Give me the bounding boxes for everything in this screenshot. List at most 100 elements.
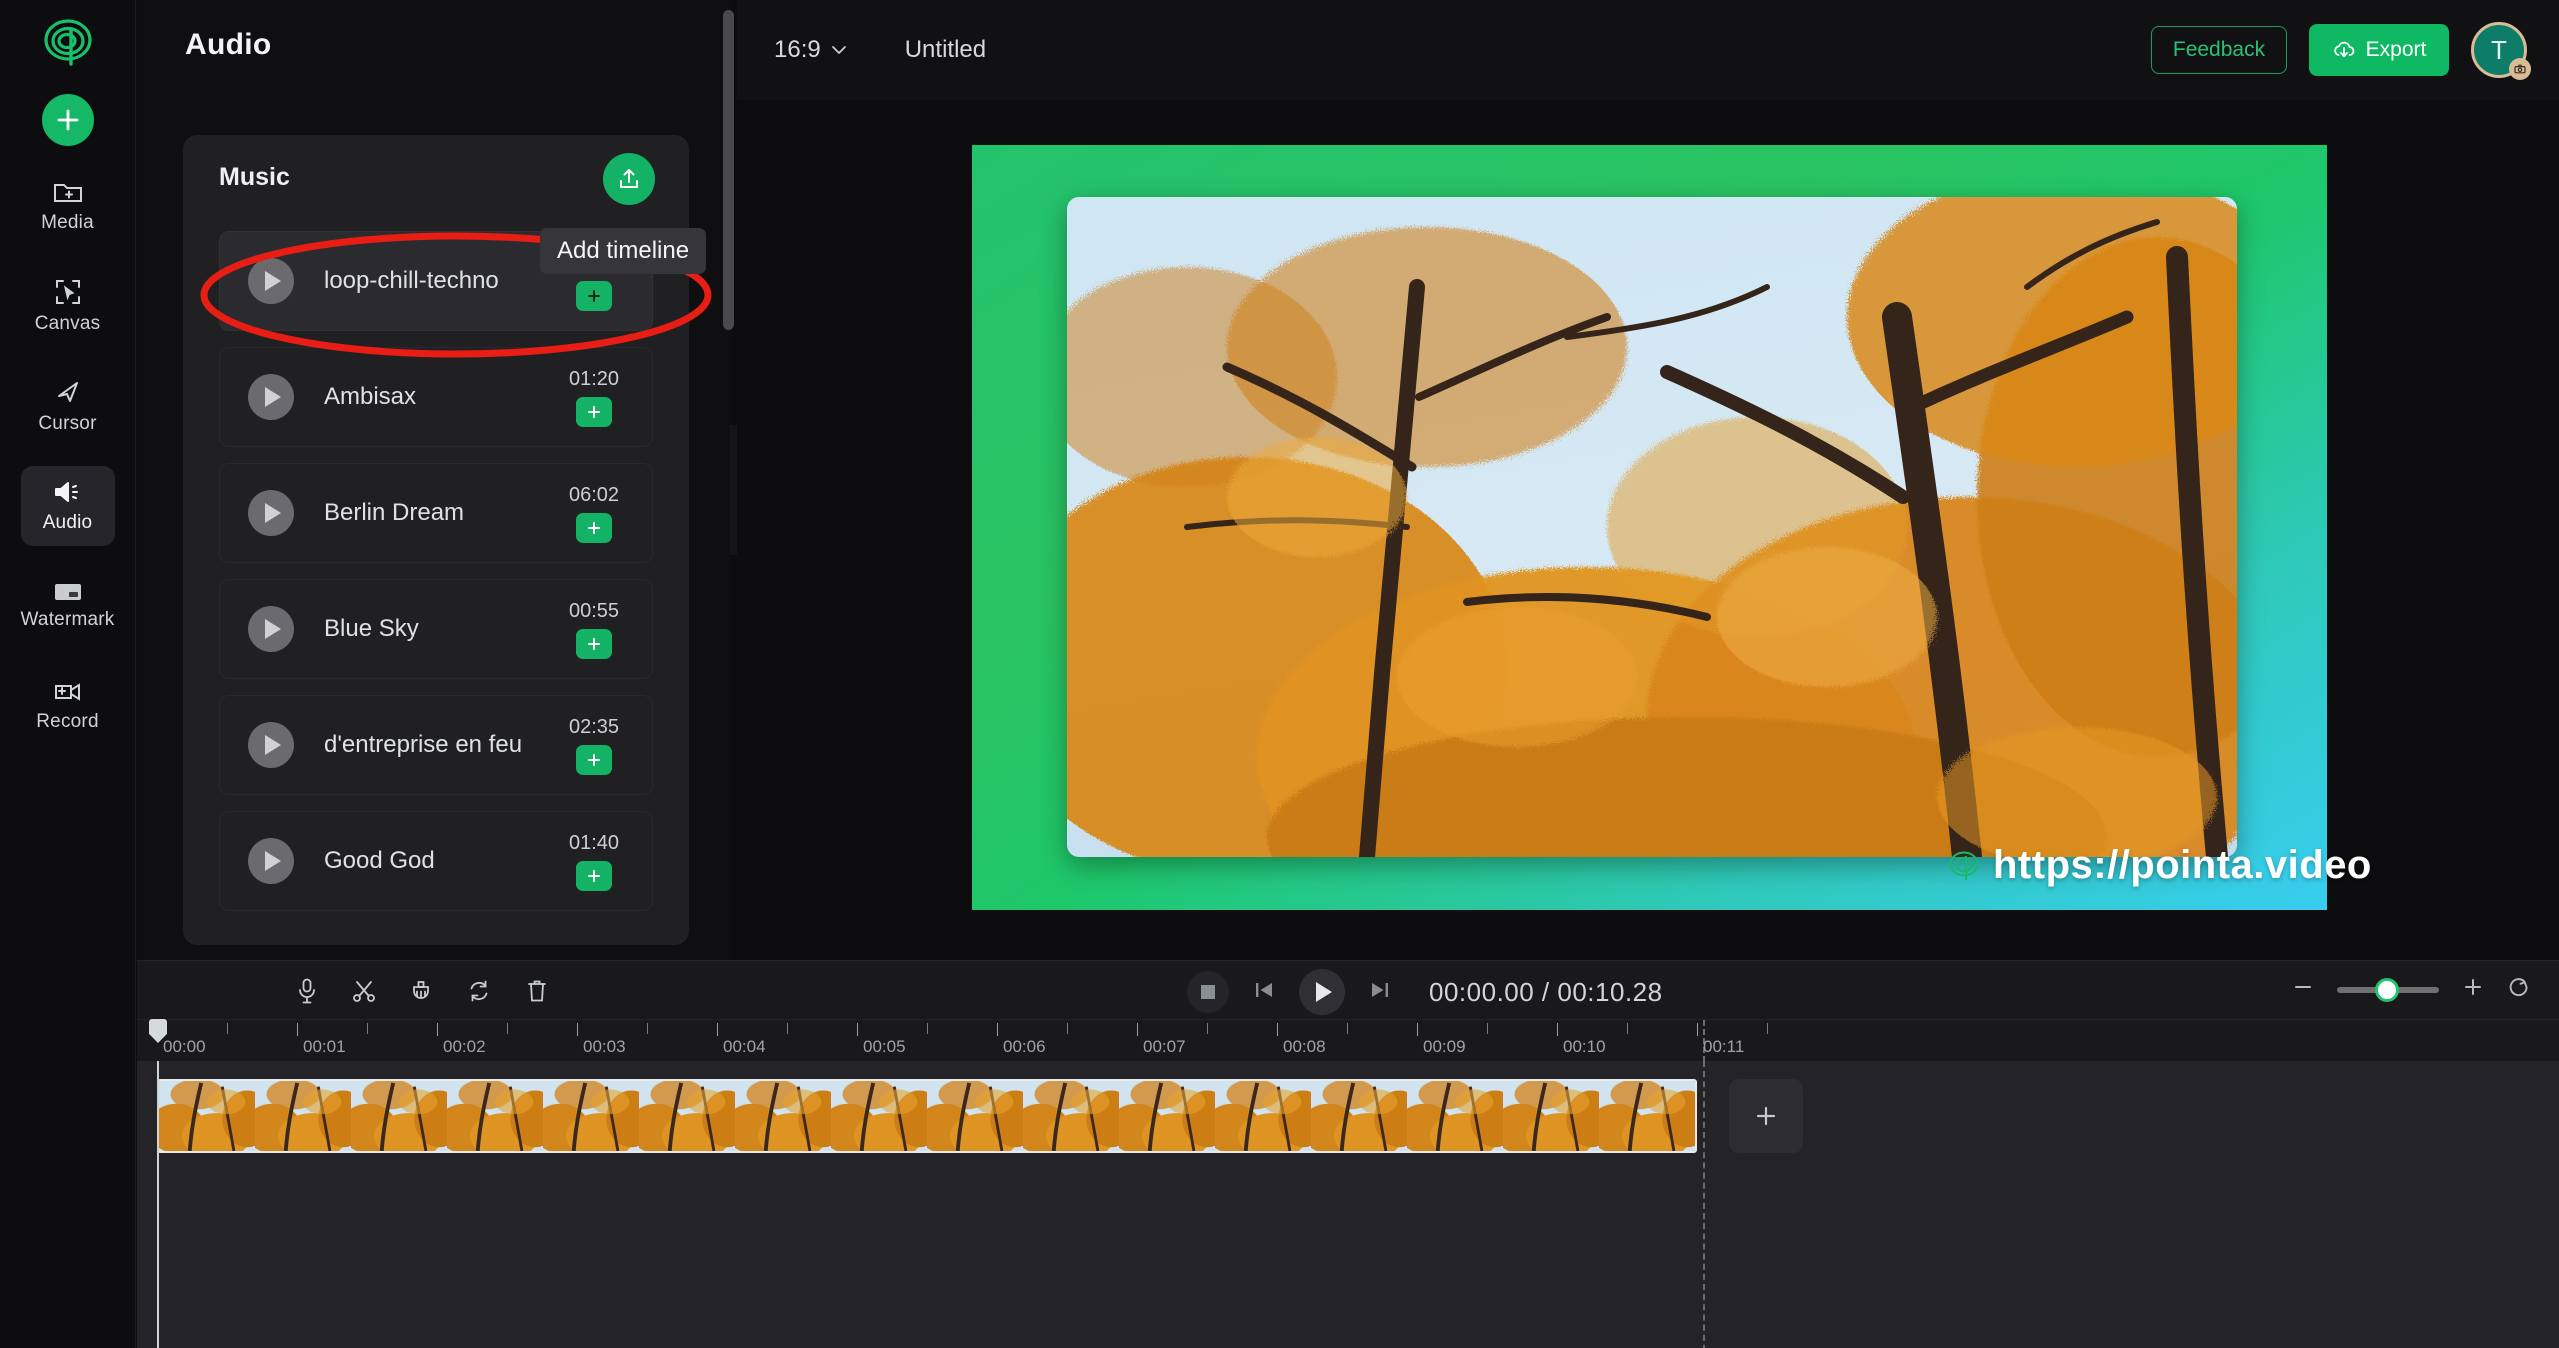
ruler-tick-minor (1767, 1023, 1768, 1034)
sidebar-item-record[interactable]: Record (21, 666, 115, 746)
folder-plus-icon (53, 179, 83, 205)
clip-thumbnail (927, 1081, 1023, 1151)
watermark-text: https://pointa.video (1993, 843, 2372, 887)
track-title: Ambisax (324, 383, 417, 410)
list-item[interactable]: d'entreprise en feu 02:35 (219, 695, 653, 795)
plus-icon (588, 637, 600, 650)
zoom-slider-thumb[interactable] (2375, 977, 2399, 1002)
add-track-to-timeline-button[interactable] (576, 860, 612, 891)
broom-icon (413, 981, 429, 999)
add-track-to-timeline-button[interactable] (576, 280, 612, 311)
sidebar-item-media[interactable]: Media (21, 166, 115, 246)
project-title-input[interactable]: Untitled (905, 36, 986, 64)
ruler-tick (1277, 1023, 1278, 1036)
sidebar-item-watermark[interactable]: Watermark (21, 566, 115, 646)
split-button[interactable] (344, 973, 384, 1009)
plus-icon (588, 753, 600, 766)
clip-thumbnail (735, 1081, 831, 1151)
canvas-cursor-icon (54, 278, 82, 306)
music-track-list[interactable]: loop-chill-techno 01:15 Ambisax 01:20 (183, 231, 689, 945)
ruler-tick-minor (647, 1023, 648, 1034)
playhead[interactable] (157, 1061, 159, 1348)
skip-forward-button[interactable] (1369, 979, 1391, 1006)
upload-audio-button[interactable] (603, 153, 655, 205)
app-root: Media Canvas Cursor Audio Watermark Reco… (0, 0, 2559, 1348)
track-meta: 00:55 (542, 600, 652, 659)
timeline-section: 00:00.00 / 00:10.28 00:00 00:01 00:02 00… (137, 960, 2559, 1348)
record-voice-button[interactable] (287, 973, 327, 1009)
play-icon[interactable] (248, 838, 294, 884)
play-icon[interactable] (248, 490, 294, 536)
watermark-icon (53, 582, 83, 602)
stop-icon (1201, 985, 1215, 999)
delete-button[interactable] (517, 973, 557, 1009)
preview-area: https://pointa.video (737, 100, 2559, 960)
clip-thumbnail (1407, 1081, 1503, 1151)
aspect-ratio-select[interactable]: 16:9 (774, 36, 847, 64)
play-icon[interactable] (248, 722, 294, 768)
list-item[interactable]: Berlin Dream 06:02 (219, 463, 653, 563)
ruler-label: 00:07 (1143, 1037, 1186, 1056)
ruler-tick (717, 1023, 718, 1036)
sidebar-item-canvas[interactable]: Canvas (21, 266, 115, 346)
zoom-slider[interactable] (2337, 977, 2439, 1002)
play-button[interactable] (1299, 969, 1345, 1015)
speaker-icon (53, 479, 83, 505)
video-preview-frame[interactable] (1067, 197, 2237, 857)
stop-button[interactable] (1187, 971, 1229, 1013)
play-icon[interactable] (248, 606, 294, 652)
audio-panel: Audio Music loop-chill-techno 01:15 (137, 0, 731, 960)
add-track-to-timeline-button[interactable] (576, 628, 612, 659)
play-icon[interactable] (248, 258, 294, 304)
music-section-title: Music (219, 163, 290, 191)
feedback-button[interactable]: Feedback (2151, 26, 2287, 74)
camera-icon[interactable] (2509, 58, 2531, 80)
video-clip[interactable] (157, 1079, 1697, 1153)
add-track-to-timeline-button[interactable] (576, 396, 612, 427)
list-item[interactable]: Blue Sky 00:55 (219, 579, 653, 679)
zoom-fit-button[interactable] (2507, 975, 2531, 1004)
skip-back-icon (1256, 982, 1272, 997)
track-duration: 01:20 (568, 367, 620, 390)
zoom-out-button[interactable] (2291, 975, 2315, 1004)
sidebar-item-cursor[interactable]: Cursor (21, 366, 115, 446)
sidebar-item-label: Record (36, 710, 99, 732)
refresh-icon (470, 980, 488, 1002)
panel-scrollbar[interactable] (723, 10, 734, 330)
ruler-label: 00:09 (1423, 1037, 1466, 1056)
ruler-tick-minor (1207, 1023, 1208, 1034)
timeline-tracks[interactable] (137, 1061, 2559, 1348)
list-item[interactable]: Good God 01:40 (219, 811, 653, 911)
skip-back-button[interactable] (1253, 979, 1275, 1006)
track-duration: 00:55 (568, 599, 620, 622)
upload-icon (620, 169, 638, 188)
replace-button[interactable] (459, 973, 499, 1009)
ruler-label: 00:01 (303, 1037, 346, 1056)
add-track-to-timeline-button[interactable] (576, 512, 612, 543)
export-button[interactable]: Export (2309, 24, 2449, 76)
track-title: d'entreprise en feu (324, 731, 523, 758)
preview-stage[interactable]: https://pointa.video (972, 145, 2371, 910)
track-title: Blue Sky (324, 615, 419, 642)
pointa-spiral-logo-icon[interactable] (39, 14, 97, 72)
track-title: loop-chill-techno (324, 267, 499, 294)
play-icon[interactable] (248, 374, 294, 420)
add-media-button[interactable] (41, 94, 94, 146)
sidebar-item-audio[interactable]: Audio (20, 466, 115, 546)
track-duration: 02:35 (568, 715, 620, 738)
add-track-button[interactable] (1729, 1079, 1803, 1153)
autumn-tree-canopy-image (1067, 197, 2237, 857)
clip-thumbnail (1503, 1081, 1599, 1151)
plus-icon (57, 109, 78, 131)
ruler-tick-minor (1627, 1023, 1628, 1034)
add-track-to-timeline-button[interactable] (576, 744, 612, 775)
avatar[interactable]: T (2471, 22, 2531, 80)
list-item[interactable]: Ambisax 01:20 (219, 347, 653, 447)
clean-button[interactable] (401, 973, 441, 1009)
clip-thumbnail (1023, 1081, 1119, 1151)
timeline-ruler[interactable]: 00:00 00:01 00:02 00:03 00:04 00:05 00:06 00:07… (137, 1019, 2559, 1061)
zoom-in-button[interactable] (2461, 975, 2485, 1004)
clip-thumbnail (1311, 1081, 1407, 1151)
record-camera-icon (53, 680, 83, 704)
clip-thumbnail (159, 1081, 255, 1151)
